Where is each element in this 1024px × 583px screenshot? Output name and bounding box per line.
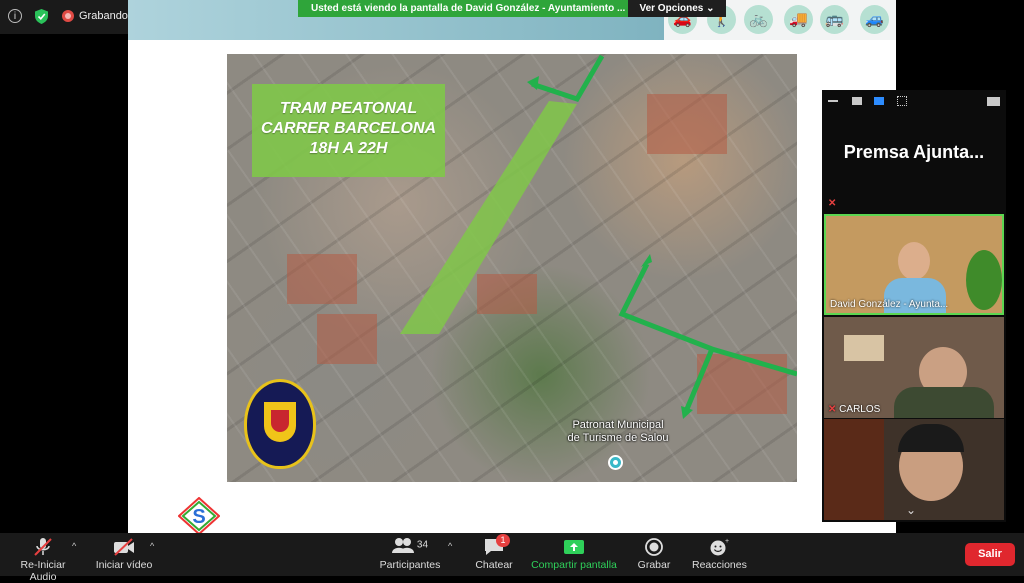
muted-mic-icon: ✕ <box>828 404 840 415</box>
chat-notification-badge: 1 <box>496 534 510 547</box>
share-screen-button[interactable]: Compartir pantalla <box>531 537 617 571</box>
video-options-caret-icon[interactable]: ^ <box>150 541 154 551</box>
aerial-map: TRAM PEATONAL CARRER BARCELONA 18H A 22H… <box>227 54 797 482</box>
leave-meeting-button[interactable]: Salir <box>965 543 1015 566</box>
bicycle-icon: 🚲 <box>744 5 773 34</box>
tram-title-line-2: CARRER BARCELONA <box>260 120 437 137</box>
audio-options-caret-icon[interactable]: ^ <box>72 541 76 551</box>
map-place-label: Patronat Municipal de Turisme de Salou <box>563 419 673 445</box>
tram-title-box: TRAM PEATONAL CARRER BARCELONA 18H A 22H <box>252 84 445 177</box>
map-place-label-line-1: Patronat Municipal <box>572 419 664 431</box>
scroll-down-chevron-icon[interactable]: ⌄ <box>906 503 916 517</box>
participants-count: 34 <box>416 539 429 551</box>
participant-hair <box>898 424 964 452</box>
security-shield-icon[interactable] <box>35 9 48 24</box>
background-frame <box>844 335 884 361</box>
exit-panel-icon[interactable] <box>987 97 1000 106</box>
chat-button[interactable]: 1 Chatear <box>472 534 516 571</box>
unmute-label: Re-Iniciar Audio <box>20 559 66 583</box>
recording-label: Grabando <box>79 10 128 22</box>
participant-tile[interactable]: ✕ CARLOS <box>824 317 1004 418</box>
view-options-label: Ver Opciones <box>639 3 704 14</box>
record-button[interactable]: Grabar <box>636 537 672 571</box>
chevron-down-icon: ⌄ <box>706 3 715 14</box>
chat-label: Chatear <box>475 559 513 571</box>
reactions-label: Reacciones <box>692 559 747 571</box>
plant-decoration <box>966 250 1002 310</box>
muted-mic-icon <box>34 538 52 556</box>
participants-button[interactable]: 34 Participantes <box>378 537 442 571</box>
truck-icon: 🚚 <box>784 5 813 34</box>
gallery-view-icon[interactable] <box>897 96 907 106</box>
background-door <box>824 419 884 520</box>
share-screen-label: Compartir pantalla <box>531 559 617 571</box>
start-video-label: Iniciar vídeo <box>95 559 153 571</box>
video-panel: Premsa Ajunta... ✕ David González - Ayun… <box>822 90 1006 522</box>
route-arrow-south <box>684 348 715 410</box>
participants-icon <box>391 538 414 553</box>
participants-options-caret-icon[interactable]: ^ <box>448 541 452 551</box>
strip-view-icon[interactable] <box>874 97 884 105</box>
minimize-icon[interactable] <box>828 100 838 102</box>
record-label: Grabar <box>637 559 671 571</box>
svg-text:S: S <box>192 506 205 528</box>
tram-title-line-3: 18H A 22H <box>309 140 388 157</box>
share-screen-icon <box>564 540 584 554</box>
participant-face <box>898 242 930 280</box>
bus-icon: 🚌 <box>820 5 849 34</box>
participants-label: Participantes <box>379 559 441 571</box>
participant-shirt <box>894 387 994 418</box>
unmute-button[interactable]: Re-Iniciar Audio <box>8 537 78 583</box>
participant-name: CARLOS <box>839 404 881 415</box>
reactions-button[interactable]: + Reacciones <box>692 537 747 571</box>
speaker-view-icon[interactable] <box>852 97 862 105</box>
policia-local-badge-logo <box>244 379 316 469</box>
video-off-icon <box>114 538 134 556</box>
route-arrow-north <box>531 54 605 103</box>
participant-name-with-muted-icon: ✕ CARLOS <box>828 404 880 415</box>
info-icon[interactable]: i <box>8 9 22 23</box>
tram-title-line-1: TRAM PEATONAL <box>279 100 418 117</box>
map-pin-icon <box>608 455 623 470</box>
svg-text:+: + <box>725 538 729 545</box>
start-video-button[interactable]: Iniciar vídeo <box>94 537 154 571</box>
view-options-button[interactable]: Ver Opciones ⌄ <box>628 0 726 17</box>
recording-icon <box>62 10 74 22</box>
record-icon <box>645 538 663 556</box>
map-place-label-line-2: de Turisme de Salou <box>567 432 669 444</box>
reactions-smiley-icon: + <box>710 538 729 556</box>
muted-mic-icon: ✕ <box>828 198 837 209</box>
host-name: Premsa Ajunta... <box>843 142 985 162</box>
participant-name: David González - Ayunta... <box>830 299 949 310</box>
rainbow-s-logo: S <box>178 497 220 533</box>
vehicles-icon: 🚙 <box>860 5 889 34</box>
participant-tile[interactable]: David González - Ayunta... <box>824 214 1004 315</box>
shared-screen: 🚗 🚶 🚲 🚚 🚌 🚙 TRAM PEATONAL CARRER BARCELO… <box>128 0 896 533</box>
screen-share-banner: Usted está viendo la pantalla de David G… <box>298 0 628 17</box>
badge-shield-icon <box>264 402 296 442</box>
